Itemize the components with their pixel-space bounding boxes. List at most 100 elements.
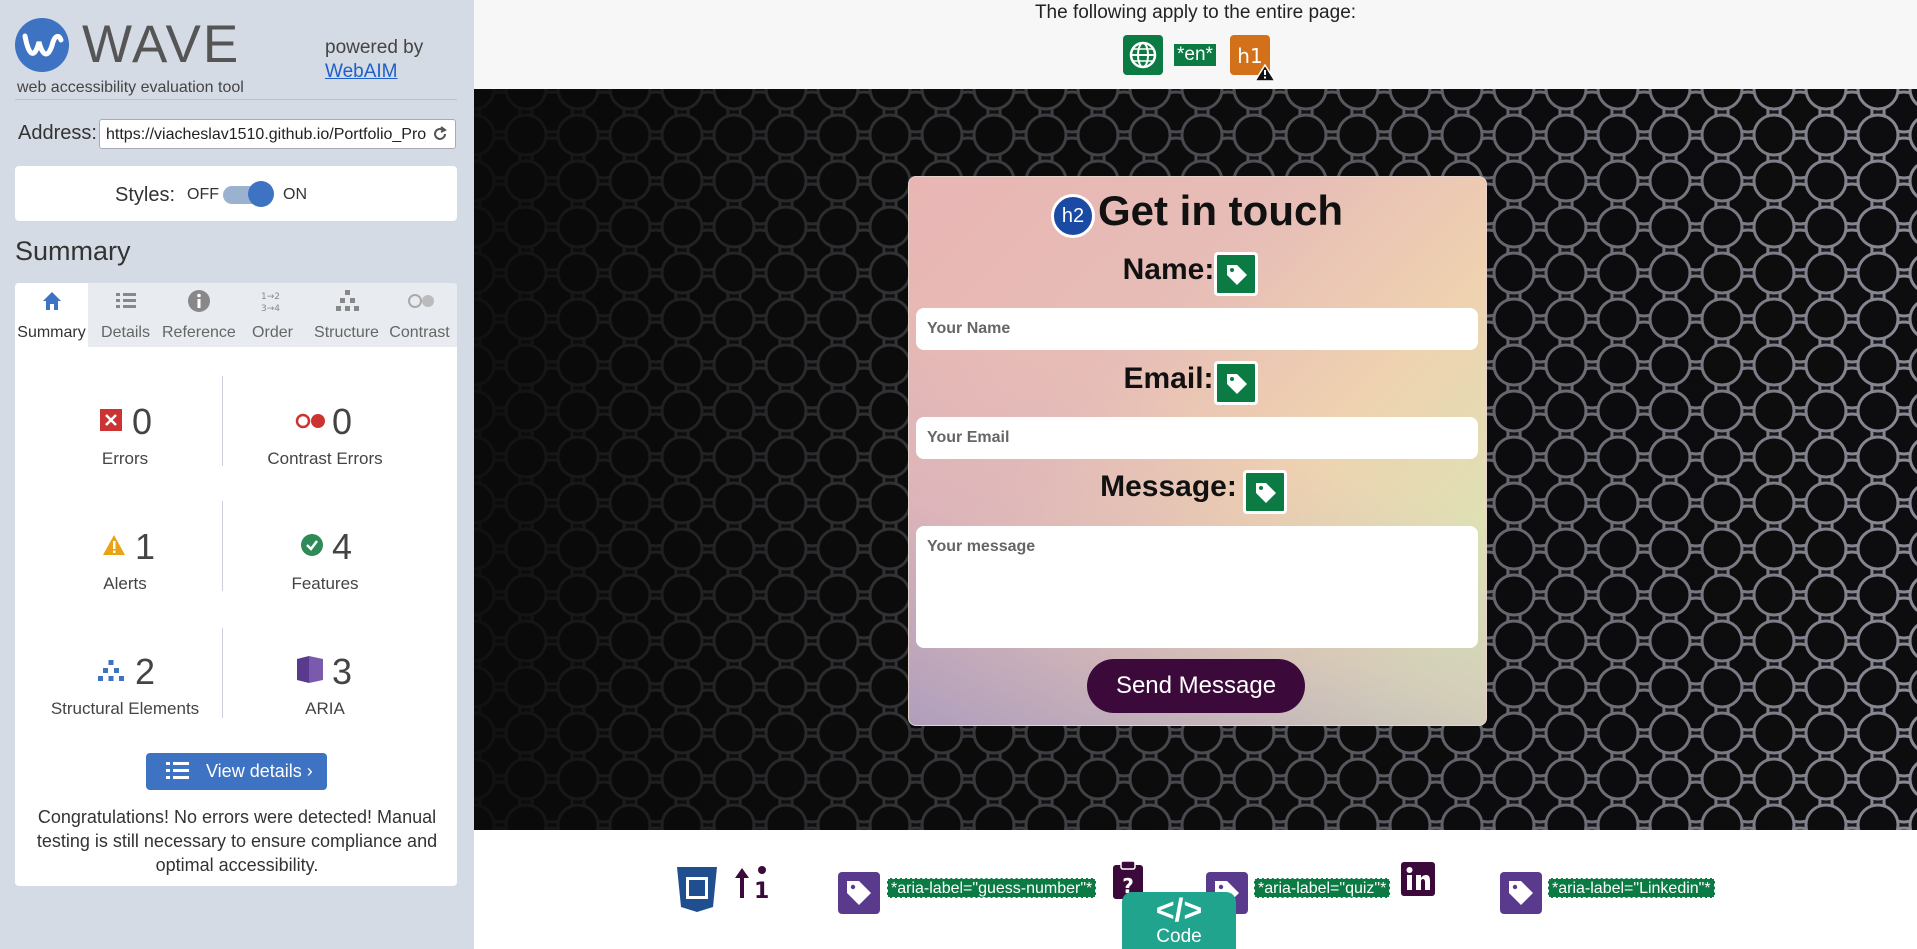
footer-annotations-bar: 1 *aria-label="guess-number"* ? *aria-la…: [474, 830, 1917, 949]
code-toggle-tab[interactable]: </> Code: [1122, 892, 1236, 949]
tab-label: Summary: [17, 324, 86, 341]
logo-wordmark: WAVE: [82, 15, 241, 74]
email-label: Email:: [1123, 362, 1214, 395]
svg-text:3→4: 3→4: [261, 304, 280, 313]
summary-panel: Summary Details Reference 1→23→4 Order: [15, 283, 457, 886]
stat-errors[interactable]: 0 Errors: [25, 401, 225, 471]
linkedin-icon[interactable]: [1401, 862, 1435, 901]
address-input[interactable]: https://viacheslav1510.github.io/Portfol…: [99, 119, 456, 149]
address-value[interactable]: https://viacheslav1510.github.io/Portfol…: [106, 126, 426, 144]
tab-details[interactable]: Details: [89, 283, 162, 347]
home-icon: [40, 289, 64, 313]
aria-label-text[interactable]: *aria-label="Linkedin"*: [1548, 878, 1715, 898]
stat-features[interactable]: 4 Features: [225, 526, 425, 596]
stat-aria[interactable]: 3 ARIA: [225, 651, 425, 721]
alerts-label: Alerts: [103, 574, 147, 593]
structural-label: Structural Elements: [50, 699, 200, 718]
alerts-count: 1: [135, 526, 156, 567]
contrast-errors-label: Contrast Errors: [267, 449, 383, 468]
code-label: Code: [1156, 926, 1202, 947]
page-level-note: The following apply to the entire page:: [1034, 2, 1357, 23]
logo-tagline: web accessibility evaluation tool: [17, 79, 244, 96]
page-level-bar: The following apply to the entire page: …: [474, 0, 1917, 89]
panel-tabs: Summary Details Reference 1→23→4 Order: [15, 283, 457, 347]
reload-icon[interactable]: [431, 125, 449, 148]
order-icon: 1→2 3→4: [261, 289, 285, 314]
tab-label: Order: [252, 324, 293, 341]
send-message-button[interactable]: Send Message: [1087, 659, 1305, 713]
missing-h1-alert-icon[interactable]: h1: [1230, 35, 1277, 86]
view-details-button[interactable]: View details ›: [146, 753, 327, 790]
styles-toggle-box: Styles: OFF ON: [15, 166, 457, 221]
error-icon: [100, 409, 122, 436]
language-badge[interactable]: *en*: [1174, 44, 1216, 66]
message-label: Message:: [1100, 470, 1237, 503]
language-globe-icon[interactable]: [1123, 35, 1163, 80]
name-placeholder: Your Name: [927, 320, 1011, 337]
message-textarea[interactable]: Your message: [916, 526, 1478, 648]
contrast-error-icon: [295, 413, 327, 434]
email-input[interactable]: Your Email: [916, 417, 1478, 459]
wave-logo-icon: [15, 18, 69, 72]
contrast-icon: [408, 289, 434, 313]
wave-sidebar: WAVE web accessibility evaluation tool p…: [0, 0, 474, 949]
label-tag-icon[interactable]: [1243, 470, 1287, 514]
email-placeholder: Your Email: [927, 429, 1010, 446]
feature-check-icon: [301, 534, 323, 561]
aria-icon: [295, 655, 325, 690]
message-placeholder: Your message: [927, 538, 1036, 555]
logo-row: WAVE web accessibility evaluation tool p…: [15, 15, 457, 100]
stat-contrast-errors[interactable]: 0 Contrast Errors: [225, 401, 425, 471]
aria-label-tag-icon[interactable]: [1500, 872, 1542, 914]
powered-by-text: powered by: [325, 37, 424, 58]
aria-label-tag-icon[interactable]: [838, 872, 880, 914]
contact-form-card: h2 Get in touch Name: Your Name Email: Y…: [908, 176, 1487, 726]
tab-summary[interactable]: Summary: [15, 283, 88, 347]
powered-by: powered by WebAIM: [325, 36, 423, 84]
errors-label: Errors: [101, 449, 149, 468]
tab-structure[interactable]: Structure: [310, 283, 383, 347]
tabindex-icon[interactable]: 1: [732, 864, 774, 907]
name-input[interactable]: Your Name: [916, 308, 1478, 350]
tab-label: Contrast: [389, 324, 450, 341]
stat-structural[interactable]: 2 Structural Elements: [25, 651, 225, 721]
stat-alerts[interactable]: 1 Alerts: [25, 526, 225, 596]
aria-label-text[interactable]: *aria-label="guess-number"*: [887, 878, 1097, 898]
address-row: Address: https://viacheslav1510.github.i…: [18, 119, 456, 149]
divider: [222, 376, 223, 466]
styles-on-label: ON: [283, 186, 307, 203]
html5-icon[interactable]: [674, 865, 720, 918]
address-label: Address:: [18, 122, 97, 144]
svg-text:1→2: 1→2: [261, 292, 280, 302]
list-icon: [166, 761, 190, 786]
divider: [222, 628, 223, 718]
summary-heading: Summary: [15, 236, 131, 266]
svg-text:h1: h1: [1237, 44, 1262, 68]
contrast-errors-count: 0: [332, 401, 353, 442]
code-icon: </>: [1155, 892, 1203, 928]
tab-reference[interactable]: Reference: [162, 283, 236, 347]
structure-element-icon: [97, 659, 125, 688]
webaim-link[interactable]: WebAIM: [325, 60, 423, 84]
tab-label: Details: [101, 324, 150, 341]
form-title: Get in touch: [1098, 187, 1343, 234]
name-label: Name:: [1122, 253, 1215, 286]
aria-label-text[interactable]: *aria-label="quiz"*: [1254, 878, 1391, 898]
errors-count: 0: [132, 401, 153, 442]
tab-label: Structure: [314, 324, 379, 341]
tab-label: Reference: [162, 324, 236, 341]
styles-label: Styles:: [115, 184, 176, 206]
styles-toggle-knob[interactable]: [248, 181, 274, 207]
label-tag-icon[interactable]: [1214, 361, 1258, 405]
structural-count: 2: [135, 651, 156, 692]
list-icon: [114, 289, 138, 313]
page-hero: h2 Get in touch Name: Your Name Email: Y…: [474, 89, 1917, 830]
label-tag-icon[interactable]: [1214, 252, 1258, 296]
view-details-label: View details ›: [206, 761, 313, 781]
alert-icon: [102, 534, 126, 561]
tab-contrast[interactable]: Contrast: [383, 283, 456, 347]
svg-text:1: 1: [754, 879, 769, 902]
tab-order[interactable]: 1→2 3→4 Order: [236, 283, 309, 347]
divider: [222, 501, 223, 591]
summary-message: Congratulations! No errors were detected…: [36, 807, 438, 875]
